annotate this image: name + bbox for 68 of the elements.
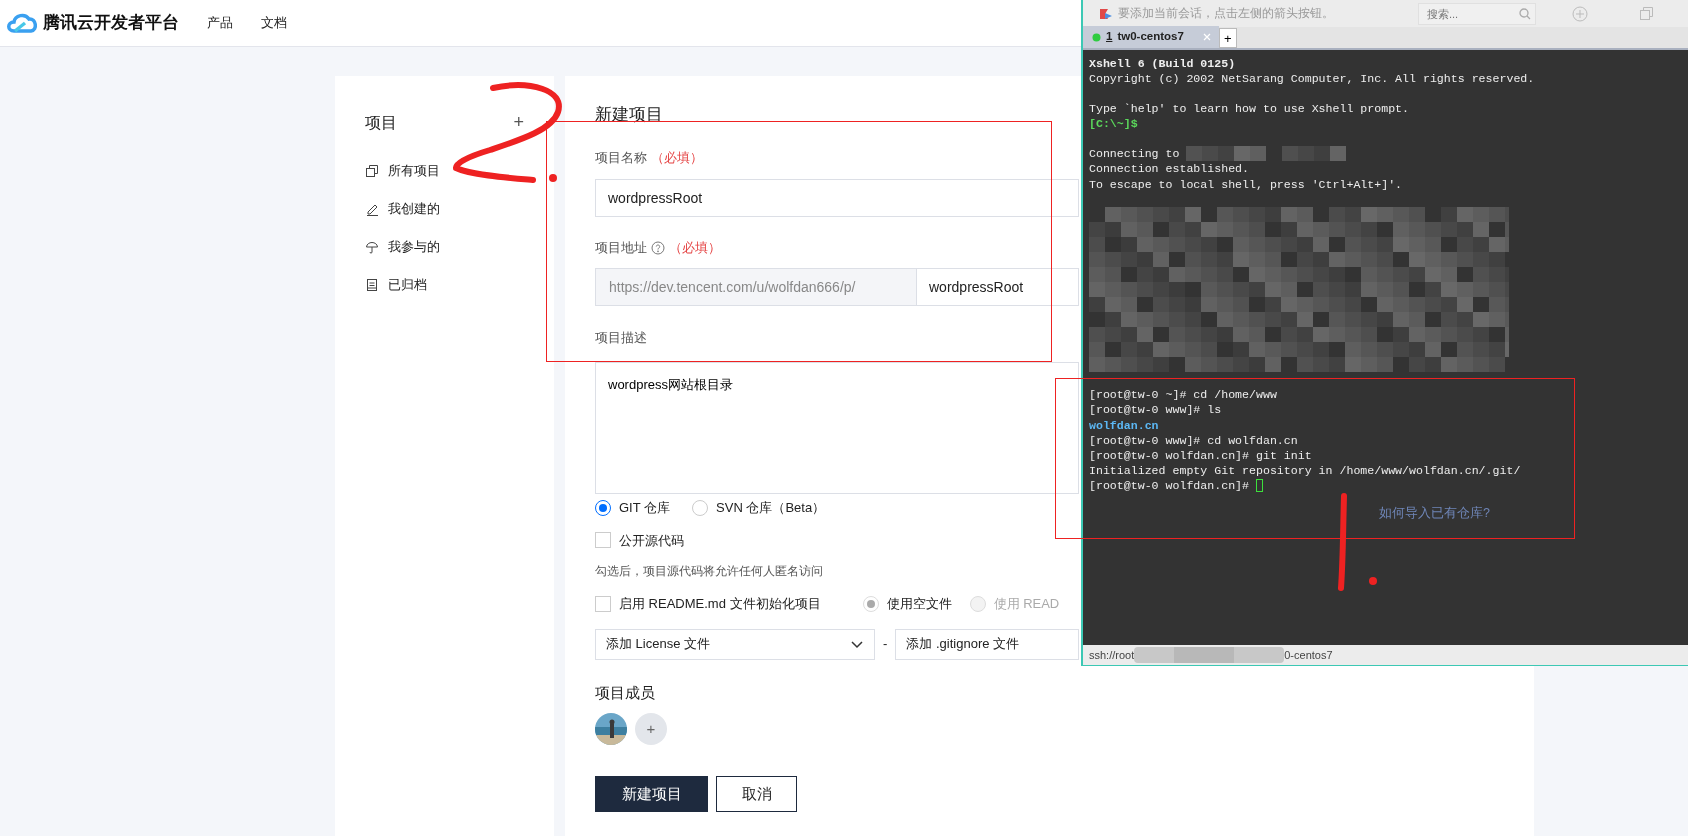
radio-label: GIT 仓库 — [619, 499, 671, 517]
terminal-line: [root@tw-0 www]# ls — [1089, 402, 1222, 418]
terminal-line: Copyright (c) 2002 NetSarang Computer, Inc. All rights reserved. — [1089, 71, 1535, 87]
terminal-line: [C:\~]$ — [1089, 116, 1138, 132]
session-tab[interactable]: 1 tw0-centos7 — [1083, 26, 1219, 48]
status-dot-icon — [1092, 32, 1101, 42]
cursor — [1256, 478, 1263, 492]
checkbox[interactable] — [595, 595, 611, 612]
description-input[interactable]: wordpress网站根目录 — [595, 362, 1079, 494]
copy-icon — [365, 164, 379, 178]
separator-text: - — [883, 635, 888, 654]
hint-text: 勾选后，项目源代码将允许任何人匿名访问 — [595, 563, 824, 580]
terminal-line: Type `help' to learn how to use Xshell prompt. — [1089, 101, 1410, 117]
field-label: 项目描述 — [595, 330, 647, 347]
radio-label: SVN 仓库（Beta） — [716, 499, 826, 517]
field-label: 项目名称 — [595, 150, 647, 167]
gitignore-select[interactable]: 添加 .gitignore 文件 — [895, 628, 1080, 660]
required-mark: （必填） — [669, 240, 721, 257]
sidebar-item[interactable]: 我创建的 — [365, 190, 524, 228]
chevron-down-icon — [850, 638, 864, 650]
terminal-line: [root@tw-0 ~]# cd /home/www — [1089, 387, 1277, 403]
url-prefix: https://dev.tencent.com/u/wolfdan666/p/ — [595, 268, 917, 306]
terminal-line: [root@tw-0 wolfdan.cn]# — [1089, 477, 1251, 493]
terminal-line: To escape to local shell, press 'Ctrl+Alt+]'. — [1089, 176, 1403, 192]
sidebar-item[interactable]: 我参与的 — [365, 228, 524, 266]
radio-button[interactable] — [692, 499, 709, 516]
terminal-line: [root@tw-0 www]# cd wolfdan.cn — [1089, 432, 1298, 448]
nav-link[interactable]: 产品 — [207, 13, 233, 33]
sidebar-item[interactable]: 所有项目 — [365, 152, 524, 190]
radio-label: 使用 READ — [993, 595, 1060, 613]
terminal-line: Connection established. — [1089, 161, 1250, 177]
nav-link[interactable]: 文档 — [261, 13, 287, 33]
terminal-line: Xshell 6 (Build 0125) — [1089, 56, 1236, 72]
document-icon — [365, 278, 379, 292]
checkbox[interactable] — [595, 532, 611, 549]
checkbox-label: 启用 README.md 文件初始化项目 — [619, 595, 821, 613]
toolbar-hint: 要添加当前会话，点击左侧的箭头按钮。 — [1118, 5, 1334, 21]
field-label: 项目地址 — [595, 240, 647, 257]
checkbox-label: 公开源代码 — [619, 531, 684, 550]
add-circle-icon — [1572, 5, 1588, 22]
terminal-line: wolfdan.cn — [1089, 417, 1159, 433]
terminal-line: Initialized empty Git repository in /home/www/wolfdan.cn/.git/ — [1089, 462, 1521, 478]
status-text: ssh://root — [1089, 647, 1135, 663]
license-select[interactable]: 添加 License 文件 — [595, 628, 875, 660]
sidebar-title: 项目 — [365, 112, 397, 133]
search-field[interactable]: 搜索... — [1418, 2, 1536, 25]
radio-label: 使用空文件 — [886, 595, 952, 613]
arrow-flag-icon — [1099, 7, 1113, 20]
url-input[interactable]: wordpressRoot — [917, 268, 1079, 306]
terminal-line: Connecting to — [1089, 146, 1181, 162]
logo-text: 腾讯云开发者平台 — [43, 12, 179, 35]
create-project-button[interactable]: 新建项目 — [595, 776, 708, 812]
radio-button[interactable] — [595, 499, 611, 516]
terminal-line: [root@tw-0 wolfdan.cn]# git init — [1089, 447, 1312, 463]
add-member-button[interactable]: + — [635, 713, 667, 745]
import-link[interactable]: 如何导入已有仓库? — [1379, 506, 1490, 522]
pencil-icon — [365, 202, 379, 216]
add-project-button[interactable]: + — [513, 109, 524, 136]
cancel-button[interactable]: 取消 — [716, 776, 797, 812]
name-input[interactable]: wordpressRoot — [595, 179, 1079, 217]
umbrella-icon — [365, 240, 379, 254]
help-icon — [651, 241, 665, 255]
section-title: 项目成员 — [595, 682, 656, 703]
windows-icon — [1639, 6, 1654, 21]
sidebar-item[interactable]: 已归档 — [365, 266, 524, 304]
close-icon — [1202, 33, 1211, 41]
required-mark: （必填） — [651, 150, 703, 167]
status-text: 0-centos7 — [1284, 647, 1333, 663]
